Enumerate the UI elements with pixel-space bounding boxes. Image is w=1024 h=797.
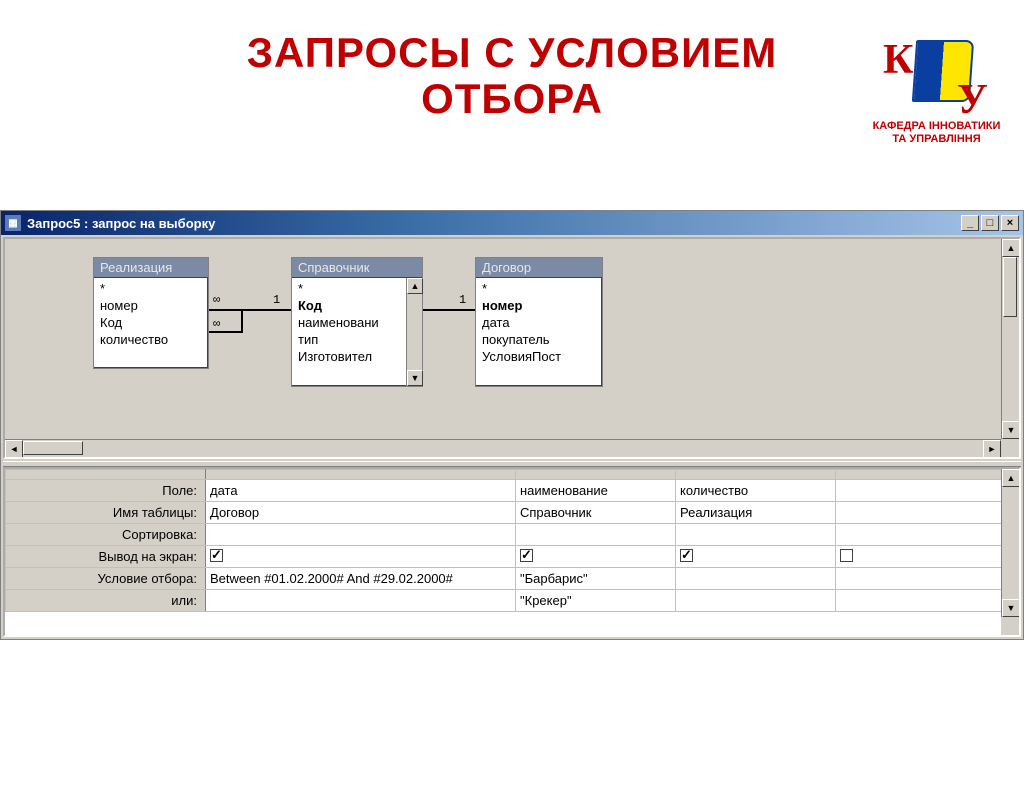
relationship-line[interactable] — [423, 309, 475, 311]
join-cardinality: 1 — [273, 293, 280, 307]
vertical-scrollbar[interactable]: ▲ ▼ — [1001, 239, 1019, 439]
join-cardinality: ∞ — [213, 293, 220, 307]
horizontal-scrollbar[interactable]: ◄ ► — [5, 439, 1001, 457]
field-item[interactable]: покупатель — [476, 331, 602, 348]
grid-cell[interactable] — [516, 524, 676, 546]
grid-cell[interactable]: наименование — [516, 480, 676, 502]
grid-cell[interactable] — [836, 502, 1019, 524]
row-label: Сортировка: — [6, 524, 206, 546]
query-grid[interactable]: Поле: дата наименование количество Имя т… — [3, 467, 1021, 637]
row-label: Имя таблицы: — [6, 502, 206, 524]
relationship-line — [241, 309, 243, 333]
row-label: Вывод на экран: — [6, 546, 206, 568]
join-cardinality: 1 — [459, 293, 466, 307]
show-checkbox[interactable] — [210, 549, 223, 562]
table-header[interactable]: Справочник — [292, 258, 422, 278]
field-item[interactable]: номер — [94, 297, 208, 314]
window-title: Запрос5 : запрос на выборку — [27, 216, 961, 231]
show-checkbox[interactable] — [840, 549, 853, 562]
criteria-row[interactable]: Условие отбора: Between #01.02.2000# And… — [6, 568, 1019, 590]
titlebar[interactable]: ▦ Запрос5 : запрос на выборку _ □ × — [1, 211, 1023, 235]
relationship-line[interactable] — [209, 331, 241, 333]
close-button[interactable]: × — [1001, 215, 1019, 231]
table-realization[interactable]: Реализация * номер Код количество — [93, 257, 209, 369]
table-header[interactable]: Реализация — [94, 258, 208, 278]
query-icon: ▦ — [5, 215, 21, 231]
logo: К І У КАФЕДРА ІННОВАТИКИ ТА УПРАВЛІННЯ — [869, 38, 1004, 145]
grid-cell[interactable] — [836, 568, 1019, 590]
field-item[interactable]: дата — [476, 314, 602, 331]
field-item[interactable]: наименовани — [292, 314, 406, 331]
field-item[interactable]: количество — [94, 331, 208, 348]
row-label: или: — [6, 590, 206, 612]
or-row[interactable]: или: "Крекер" — [6, 590, 1019, 612]
show-checkbox[interactable] — [680, 549, 693, 562]
join-cardinality: ∞ — [213, 317, 220, 331]
field-row[interactable]: Поле: дата наименование количество — [6, 480, 1019, 502]
grid-cell[interactable] — [676, 546, 836, 568]
scroll-down-icon[interactable]: ▼ — [1002, 421, 1020, 439]
table-header[interactable]: Договор — [476, 258, 602, 278]
grid-cell[interactable]: Справочник — [516, 502, 676, 524]
row-label: Условие отбора: — [6, 568, 206, 590]
grid-cell[interactable] — [836, 590, 1019, 612]
field-item[interactable]: * — [476, 280, 602, 297]
table-dogovor[interactable]: Договор * номер дата покупатель УсловияП… — [475, 257, 603, 387]
grid-cell[interactable] — [516, 546, 676, 568]
grid-cell[interactable] — [206, 590, 516, 612]
field-item[interactable]: * — [292, 280, 406, 297]
scroll-down-icon[interactable]: ▼ — [407, 370, 423, 386]
scroll-up-icon[interactable]: ▲ — [407, 278, 423, 294]
query-design-window: ▦ Запрос5 : запрос на выборку _ □ × Реал… — [0, 210, 1024, 640]
grid-cell[interactable]: количество — [676, 480, 836, 502]
grid-cell[interactable] — [206, 524, 516, 546]
grid-cell[interactable] — [676, 568, 836, 590]
row-label: Поле: — [6, 480, 206, 502]
title-line1: ЗАПРОСЫ С УСЛОВИЕМ — [247, 29, 778, 76]
table-spravochnik[interactable]: Справочник * Код наименовани тип Изготов… — [291, 257, 423, 387]
title-line2: ОТБОРА — [421, 75, 603, 122]
tables-pane[interactable]: Реализация * номер Код количество Справо… — [3, 237, 1021, 459]
scroll-thumb[interactable] — [1003, 257, 1017, 317]
grid-cell[interactable] — [676, 524, 836, 546]
grid-header-row — [6, 470, 1019, 480]
maximize-button[interactable]: □ — [981, 215, 999, 231]
logo-image: К І У — [869, 38, 1004, 118]
sort-row[interactable]: Сортировка: — [6, 524, 1019, 546]
field-item[interactable]: * — [94, 280, 208, 297]
grid-cell[interactable]: "Крекер" — [516, 590, 676, 612]
show-checkbox[interactable] — [520, 549, 533, 562]
field-item[interactable]: Код — [94, 314, 208, 331]
scroll-up-icon[interactable]: ▲ — [1002, 469, 1020, 487]
grid-cell[interactable]: Договор — [206, 502, 516, 524]
show-row[interactable]: Вывод на экран: — [6, 546, 1019, 568]
grid-cell[interactable] — [836, 480, 1019, 502]
grid-cell[interactable] — [676, 590, 836, 612]
table-scrollbar[interactable]: ▲ ▼ — [406, 278, 422, 386]
scroll-right-icon[interactable]: ► — [983, 440, 1001, 458]
field-item[interactable]: УсловияПост — [476, 348, 602, 365]
grid-cell[interactable] — [836, 546, 1019, 568]
relationship-line[interactable] — [209, 309, 291, 311]
minimize-button[interactable]: _ — [961, 215, 979, 231]
field-item[interactable]: тип — [292, 331, 406, 348]
field-item[interactable]: номер — [476, 297, 602, 314]
grid-cell[interactable]: дата — [206, 480, 516, 502]
grid-cell[interactable]: "Барбарис" — [516, 568, 676, 590]
table-row[interactable]: Имя таблицы: Договор Справочник Реализац… — [6, 502, 1019, 524]
slide-title: ЗАПРОСЫ С УСЛОВИЕМ ОТБОРА — [132, 30, 892, 122]
grid-cell[interactable] — [206, 546, 516, 568]
grid-cell[interactable]: Between #01.02.2000# And #29.02.2000# — [206, 568, 516, 590]
scroll-left-icon[interactable]: ◄ — [5, 440, 23, 458]
scroll-down-icon[interactable]: ▼ — [1002, 599, 1020, 617]
scroll-thumb[interactable] — [23, 441, 83, 455]
grid-vertical-scrollbar[interactable]: ▲ ▼ — [1001, 469, 1019, 617]
grid-cell[interactable] — [836, 524, 1019, 546]
scroll-up-icon[interactable]: ▲ — [1002, 239, 1020, 257]
grid-cell[interactable]: Реализация — [676, 502, 836, 524]
field-item[interactable]: Изготовител — [292, 348, 406, 365]
field-item[interactable]: Код — [292, 297, 406, 314]
